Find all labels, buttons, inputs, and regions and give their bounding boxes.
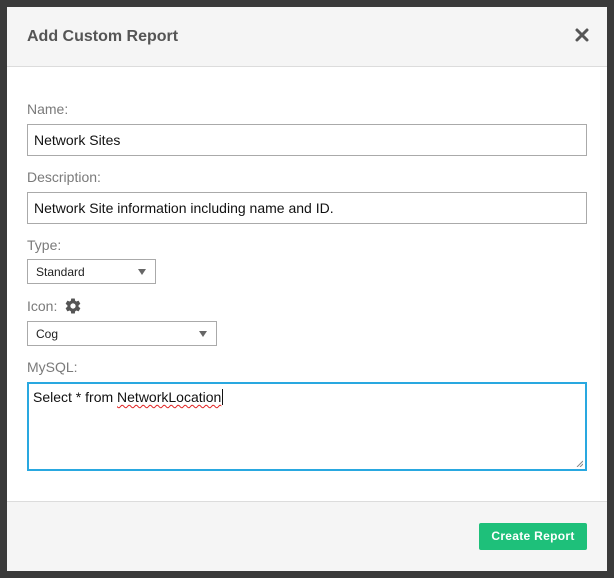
type-select-value: Standard: [36, 265, 85, 279]
icon-select-value: Cog: [36, 327, 59, 341]
create-report-button[interactable]: Create Report: [479, 523, 587, 550]
add-custom-report-dialog: Add Custom Report Name: Network Sites De…: [7, 7, 607, 571]
resize-handle-icon[interactable]: [575, 459, 583, 467]
type-label: Type:: [27, 237, 62, 253]
mysql-label: MySQL:: [27, 359, 78, 375]
close-button[interactable]: [571, 24, 593, 46]
description-input[interactable]: Network Site information including name …: [27, 192, 587, 224]
mysql-textarea[interactable]: Select * from NetworkLocation: [27, 382, 587, 471]
icon-select[interactable]: Cog: [27, 321, 217, 346]
mysql-query-prefix: Select * from: [33, 389, 118, 405]
text-cursor: [222, 389, 224, 405]
mysql-query-table: NetworkLocation: [117, 389, 222, 405]
gear-icon: [65, 298, 81, 314]
type-select[interactable]: Standard: [27, 259, 156, 284]
chevron-down-icon: [138, 269, 146, 275]
icon-label: Icon:: [27, 298, 58, 314]
name-label: Name:: [27, 101, 69, 117]
dialog-footer: Create Report: [7, 501, 607, 571]
description-label: Description:: [27, 169, 101, 185]
dialog-title: Add Custom Report: [27, 28, 179, 45]
chevron-down-icon: [199, 331, 207, 337]
name-input[interactable]: Network Sites: [27, 124, 587, 156]
dialog-header: Add Custom Report: [7, 7, 607, 67]
close-icon: [575, 28, 589, 42]
